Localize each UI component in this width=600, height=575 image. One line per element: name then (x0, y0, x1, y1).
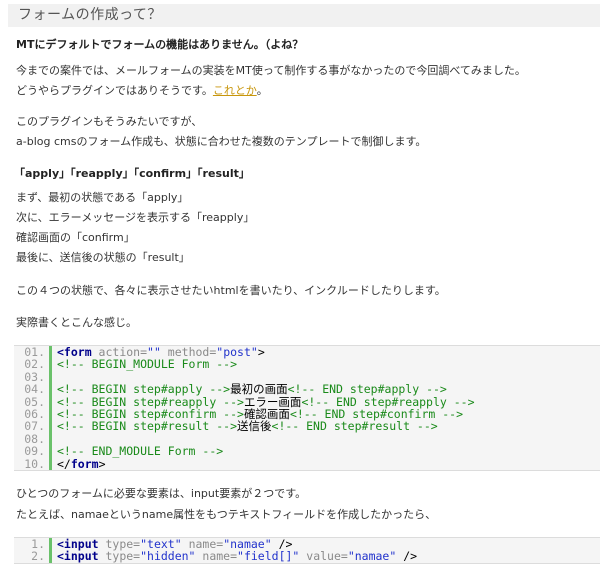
code-block-input-fields: 1. <input type="text" name="namae" /> 2. <i… (14, 537, 600, 564)
code-token: type= (98, 549, 141, 564)
line-number: 02. (14, 358, 52, 371)
paragraph-line: a-blog cmsのフォーム作成も、状態に合わせた複数のテンプレートで制御しま… (16, 135, 427, 148)
code-line: 07. <!-- BEGIN step#result -->送信後<!-- END… (14, 420, 600, 433)
step-item: 確認画面の「confirm」 (16, 231, 135, 244)
step-item: 次に、エラーメッセージを表示する「reapply」 (16, 211, 255, 224)
paragraph-line: 今までの案件では、メールフォームの実装をMT使って制作する事がなかったので今回調… (16, 64, 526, 77)
paragraph-text: 。 (256, 84, 268, 97)
paragraph-line: 実際書くとこんな感じ。 (16, 316, 137, 329)
paragraph-line: たとえば、namaeというname属性をもつテキストフィールドを作成したかったら… (16, 508, 437, 521)
code-token: </ (57, 456, 71, 471)
heading-steps: 「apply」「reapply」「confirm」「result」 (14, 167, 250, 180)
line-number: 09. (14, 445, 52, 458)
code-text: <!-- BEGIN step#result -->送信後<!-- END st… (52, 420, 438, 432)
step-item: まず、最初の状態である「apply」 (16, 191, 189, 204)
line-number: 2. (14, 550, 52, 563)
line-number: 10. (14, 457, 52, 470)
code-token: value= (299, 549, 348, 564)
paragraph-line: この４つの状態で、各々に表示させたいhtmlを書いたり、インクルードしたりします… (16, 284, 446, 297)
code-token: > (257, 345, 265, 359)
paragraph-line: このプラグインもそうみたいですが、 (16, 115, 203, 128)
code-block-form-template: 01. <form action="" method="post"> 02. <!--… (14, 345, 600, 471)
code-token: "field[]" (237, 549, 300, 564)
code-token: <!-- BEGIN step#result --> (57, 419, 238, 434)
step-item: 最後に、送信後の状態の「result」 (16, 251, 190, 264)
line-number: 04. (14, 383, 52, 396)
code-token: form (70, 456, 99, 471)
paragraph-line: ひとつのフォームに必要な要素は、input要素が２つです。 (16, 487, 307, 500)
code-line: 2. <input type="hidden" name="field[]" va… (14, 550, 600, 563)
code-token: <input (57, 549, 99, 564)
code-text: <input type="hidden" name="field[]" valu… (52, 550, 417, 562)
code-line: 10. </form> (14, 456, 600, 471)
code-token: <!-- END step#result --> (271, 419, 438, 434)
code-token: <!-- BEGIN_MODULE Form --> (57, 357, 238, 372)
code-token: 送信後 (237, 419, 272, 434)
paragraph-text: どうやらプラグインではありそうです。 (16, 84, 213, 97)
plugin-link[interactable]: これとか (213, 84, 257, 97)
heading-no-default-form: MTにデフォルトでフォームの機能はありません。（よね？ (16, 38, 304, 51)
line-number: 07. (14, 420, 52, 433)
code-text: </form> (52, 456, 106, 471)
code-token: "hidden" (140, 549, 196, 564)
code-token: > (98, 456, 106, 471)
code-line: 02. <!-- BEGIN_MODULE Form --> (14, 358, 600, 371)
code-text: <!-- BEGIN_MODULE Form --> (52, 358, 237, 370)
section-title: フォームの作成って？ (8, 4, 600, 27)
code-token: "namae" (347, 549, 397, 564)
paragraph-line: どうやらプラグインではありそうです。これとか。 (16, 84, 268, 98)
code-token: /> (396, 549, 418, 564)
code-token: name= (195, 549, 238, 564)
